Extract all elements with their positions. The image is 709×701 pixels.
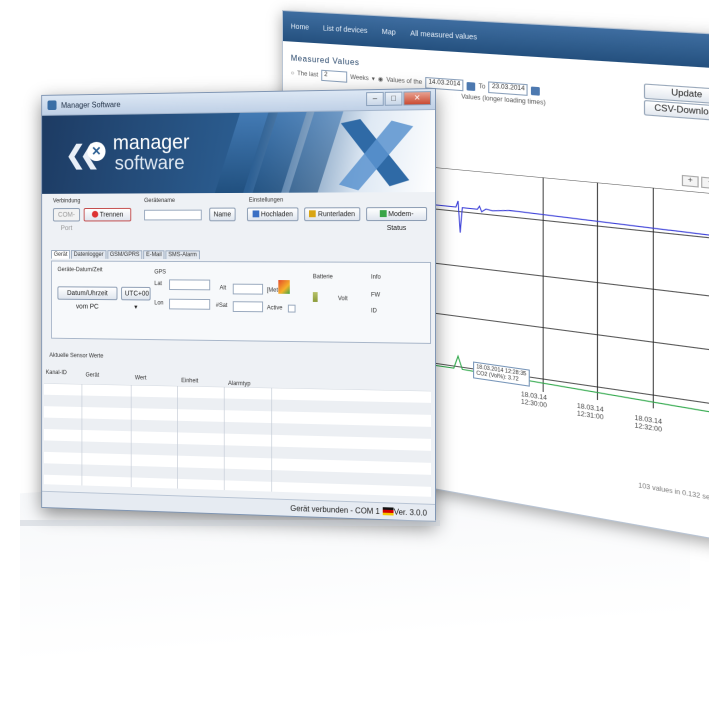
chevron-down-icon[interactable]: ▾ xyxy=(372,75,375,82)
period-select[interactable]: Weeks xyxy=(350,74,368,81)
calendar-icon[interactable] xyxy=(466,81,476,91)
x-tick-label: 18.03.14 12:31:00 xyxy=(576,403,604,422)
values-of-label: Values of the xyxy=(386,76,423,86)
hochladen-button[interactable]: Hochladen xyxy=(246,207,299,222)
download-icon xyxy=(309,210,317,218)
gps-map-icon xyxy=(278,280,290,294)
fw-label: FW xyxy=(371,292,381,299)
zoom-in-button[interactable]: + xyxy=(681,174,699,188)
version-label: Ver. 3.0.0 xyxy=(393,507,428,518)
modem-status-label: Modem-Status xyxy=(386,211,414,232)
geraet-panel: Geräte-Datum/Zeit Datum/Uhrzeit vom PC U… xyxy=(51,260,432,344)
app-icon xyxy=(47,100,57,111)
brand-banner: ❮❮ ✕ manager software xyxy=(42,110,436,194)
geraetename-label: Gerätename xyxy=(144,198,176,205)
alt-input[interactable] xyxy=(232,283,264,295)
window-title: Manager Software xyxy=(61,99,121,110)
verbindung-label: Verbindung xyxy=(52,198,81,205)
active-label: Active xyxy=(266,305,283,312)
tab-geraet[interactable]: Gerät xyxy=(51,250,71,259)
decor-x-shape xyxy=(338,118,414,191)
utc-select[interactable]: UTC+00 ▾ xyxy=(121,286,151,311)
chevron-down-icon: ▾ xyxy=(134,304,138,311)
upload-icon xyxy=(252,210,260,218)
sat-label: #Sat xyxy=(215,303,228,309)
x-logo-icon: ✕ xyxy=(87,141,106,162)
modem-icon xyxy=(379,210,387,218)
trennen-button[interactable]: Trennen xyxy=(83,207,132,222)
utc-value: UTC+00 xyxy=(124,290,149,298)
german-flag-icon[interactable] xyxy=(382,507,394,516)
hochladen-label: Hochladen xyxy=(260,211,293,219)
measured-values-title: Measured Values xyxy=(290,53,360,68)
sat-input[interactable] xyxy=(232,301,264,313)
sensor-section-title: Aktuelle Sensor Werte xyxy=(49,352,104,360)
col-geraet[interactable]: Gerät xyxy=(86,373,100,379)
x-tick-label: 18.03.14 12:32:00 xyxy=(634,415,663,434)
the-last-input[interactable]: 2 xyxy=(321,69,348,83)
stop-icon xyxy=(91,210,98,218)
col-einheit[interactable]: Einheit xyxy=(181,378,198,384)
info-label: Info xyxy=(371,274,381,281)
logo-text-software: software xyxy=(114,152,185,175)
gps-label: GPS xyxy=(154,269,167,276)
nav-list-of-devices[interactable]: List of devices xyxy=(323,25,368,35)
datum-vom-pc-button[interactable]: Datum/Uhrzeit vom PC xyxy=(57,286,118,311)
tab-gsm-gprs[interactable]: GSM/GPRS xyxy=(107,250,143,259)
einstellungen-label: Einstellungen xyxy=(248,197,284,204)
lat-input[interactable] xyxy=(169,279,211,291)
geraetename-input[interactable] xyxy=(144,209,202,221)
name-button[interactable]: Name xyxy=(209,207,236,222)
runterladen-button[interactable]: Runterladen xyxy=(304,207,361,222)
maximize-icon[interactable]: □ xyxy=(384,91,403,106)
table-grid xyxy=(43,383,432,497)
active-checkbox[interactable] xyxy=(287,304,296,313)
the-last-label: The last xyxy=(297,70,319,79)
values-count-footer: 103 values in 0.132 sec. xyxy=(638,483,709,503)
tab-email[interactable]: E-Mail xyxy=(143,250,165,260)
nav-map[interactable]: Map xyxy=(382,28,396,36)
calendar-icon[interactable] xyxy=(531,86,541,96)
to-date-input[interactable]: 23.03.2014 xyxy=(488,81,529,96)
runterladen-label: Runterladen xyxy=(318,211,355,219)
window-reflection-edge xyxy=(20,520,440,526)
sensor-values-table: Kanal-ID Gerät Wert Einheit Alarmtyp xyxy=(43,370,432,497)
lat-label: Lat xyxy=(154,281,163,288)
zoom-out-button[interactable]: - xyxy=(701,176,709,190)
manager-software-window: Manager Software – □ ✕ ❮❮ ✕ manager soft… xyxy=(41,88,436,522)
connection-status: Gerät verbunden - COM 1 xyxy=(290,504,380,517)
lon-label: Lon xyxy=(154,300,164,307)
geraete-zeit-label: Geräte-Datum/Zeit xyxy=(57,267,103,274)
nav-all-measured-values[interactable]: All measured values xyxy=(410,30,477,41)
trennen-label: Trennen xyxy=(99,211,124,219)
tab-sms-alarm[interactable]: SMS-Alarm xyxy=(165,250,200,260)
modem-status-button[interactable]: Modem-Status xyxy=(366,207,428,232)
promo-composition: Home List of devices Map All measured va… xyxy=(0,0,709,701)
nav-home[interactable]: Home xyxy=(291,23,309,31)
to-label: To xyxy=(478,83,486,91)
col-wert[interactable]: Wert xyxy=(135,375,147,381)
col-kanal-id[interactable]: Kanal-ID xyxy=(46,370,67,376)
radio-the-last[interactable]: ○ xyxy=(291,70,295,76)
alt-label: Alt xyxy=(219,285,227,292)
window-controls: – □ ✕ xyxy=(366,91,432,107)
batterie-label: Batterie xyxy=(312,274,333,281)
battery-icon xyxy=(312,292,318,302)
volt-label: Volt xyxy=(337,296,348,303)
com-port-field[interactable]: COM-Port xyxy=(52,208,81,232)
close-icon[interactable]: ✕ xyxy=(403,91,432,106)
logo-text-manager: manager xyxy=(112,131,190,155)
radio-values-of[interactable]: ◉ xyxy=(378,76,383,84)
csv-download-button[interactable]: CSV-Download xyxy=(643,99,709,122)
tab-datenlogger[interactable]: Datenlogger xyxy=(71,250,107,259)
tab-strip: Gerät Datenlogger GSM/GPRS E-Mail SMS-Al… xyxy=(51,250,200,260)
minimize-icon[interactable]: – xyxy=(366,91,384,107)
lon-input[interactable] xyxy=(169,298,211,310)
id-label: ID xyxy=(371,308,377,315)
